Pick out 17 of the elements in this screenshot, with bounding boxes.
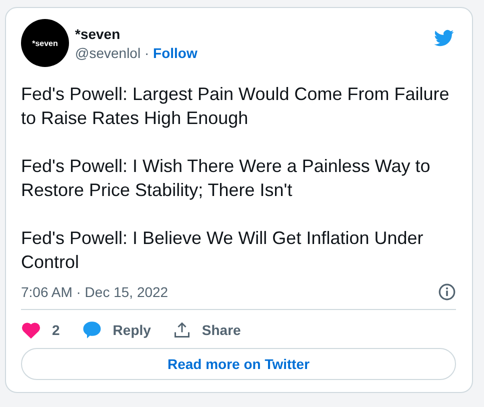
timestamp[interactable]: 7:06 AM · Dec 15, 2022 bbox=[21, 284, 168, 300]
read-more-button[interactable]: Read more on Twitter bbox=[21, 348, 456, 380]
author-handle: @sevenlol · bbox=[75, 45, 150, 61]
speech-bubble-icon bbox=[82, 320, 102, 340]
share-icon bbox=[172, 321, 191, 339]
share-button[interactable]: Share bbox=[172, 320, 241, 340]
tweet-text: Fed's Powell: Largest Pain Would Come From Failure to Raise Rates High Enough bbox=[21, 83, 450, 130]
reply-button[interactable]: Reply bbox=[82, 320, 151, 340]
follow-link[interactable]: Follow bbox=[153, 45, 198, 61]
heart-icon bbox=[21, 321, 41, 339]
info-icon[interactable] bbox=[438, 283, 456, 301]
tweet-text: Fed's Powell: I Believe We Will Get Inflation Under Control bbox=[21, 227, 424, 274]
avatar[interactable]: *seven bbox=[21, 19, 69, 67]
bird-icon[interactable] bbox=[432, 28, 456, 48]
like-button[interactable]: 2 bbox=[21, 320, 60, 340]
author-name[interactable]: *seven bbox=[75, 26, 432, 42]
tweet-text: Fed's Powell: I Wish There Were a Painless Way to Restore Price Stability; There Isn't bbox=[21, 155, 432, 202]
